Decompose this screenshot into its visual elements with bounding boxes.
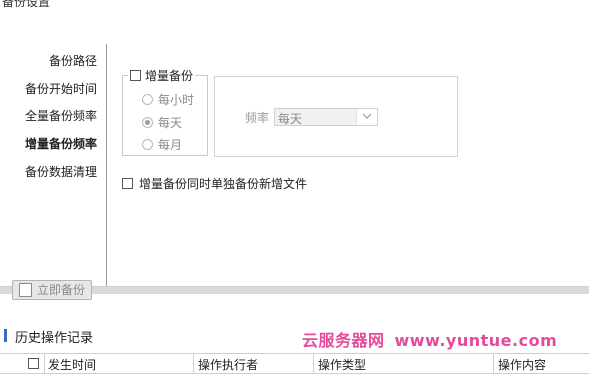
column-header-content[interactable]: 操作内容 xyxy=(498,356,546,373)
watermark-text: 云服务器网 xyxy=(302,331,385,350)
separate-new-files-checkbox[interactable] xyxy=(122,178,133,189)
radio-hourly-circle[interactable] xyxy=(142,94,153,105)
radio-hourly[interactable]: 每小时 xyxy=(142,91,194,108)
history-title: 历史操作记录 xyxy=(15,331,94,346)
column-separator xyxy=(193,354,194,374)
sidebar-item-backup-data-cleanup[interactable]: 备份数据清理 xyxy=(0,163,97,180)
sidebar-item-full-backup-frequency[interactable]: 全量备份频率 xyxy=(0,107,97,124)
backup-now-button[interactable]: 立即备份 xyxy=(12,280,92,300)
sidebar-divider xyxy=(106,44,107,286)
sidebar-item-backup-path[interactable]: 备份路径 xyxy=(0,52,97,69)
frequency-select[interactable]: 每天 xyxy=(274,108,378,126)
column-separator xyxy=(313,354,314,374)
radio-monthly-label: 每月 xyxy=(158,138,183,152)
history-accent-bar xyxy=(4,329,7,342)
column-header-type[interactable]: 操作类型 xyxy=(318,356,366,373)
watermark: 云服务器网 www.yuntue.com xyxy=(302,327,557,351)
window-title: 备份设置 xyxy=(2,0,51,9)
frequency-label: 频率 xyxy=(245,111,270,125)
chevron-down-icon[interactable] xyxy=(356,109,377,125)
incremental-backup-toggle[interactable]: 增量备份 xyxy=(128,67,196,84)
settings-sidebar: 备份路径 备份开始时间 全量备份频率 增量备份频率 备份数据清理 xyxy=(0,50,97,290)
column-header-operator[interactable]: 操作执行者 xyxy=(198,356,258,373)
watermark-url: www.yuntue.com xyxy=(394,331,558,350)
history-table-header: 发生时间 操作执行者 操作类型 操作内容 xyxy=(0,353,589,374)
separate-new-files-label: 增量备份同时单独备份新增文件 xyxy=(139,177,308,191)
incremental-backup-label: 增量备份 xyxy=(145,69,194,83)
radio-hourly-label: 每小时 xyxy=(158,93,195,107)
radio-daily-circle[interactable] xyxy=(142,117,153,128)
column-separator xyxy=(44,354,45,374)
radio-monthly-circle[interactable] xyxy=(142,139,153,150)
radio-monthly[interactable]: 每月 xyxy=(142,136,182,153)
backup-icon xyxy=(19,283,32,297)
backup-now-label: 立即备份 xyxy=(37,283,86,297)
column-header-time[interactable]: 发生时间 xyxy=(48,356,96,373)
sidebar-item-backup-start-time[interactable]: 备份开始时间 xyxy=(0,80,97,97)
column-separator xyxy=(493,354,494,374)
radio-daily[interactable]: 每天 xyxy=(142,114,182,131)
select-all-checkbox[interactable] xyxy=(28,358,39,369)
separate-new-files-option[interactable]: 增量备份同时单独备份新增文件 xyxy=(122,175,307,192)
frequency-select-value: 每天 xyxy=(278,112,303,126)
sidebar-item-incremental-backup-frequency[interactable]: 增量备份频率 xyxy=(0,135,97,152)
radio-daily-label: 每天 xyxy=(158,116,183,130)
incremental-backup-checkbox[interactable] xyxy=(130,70,141,81)
